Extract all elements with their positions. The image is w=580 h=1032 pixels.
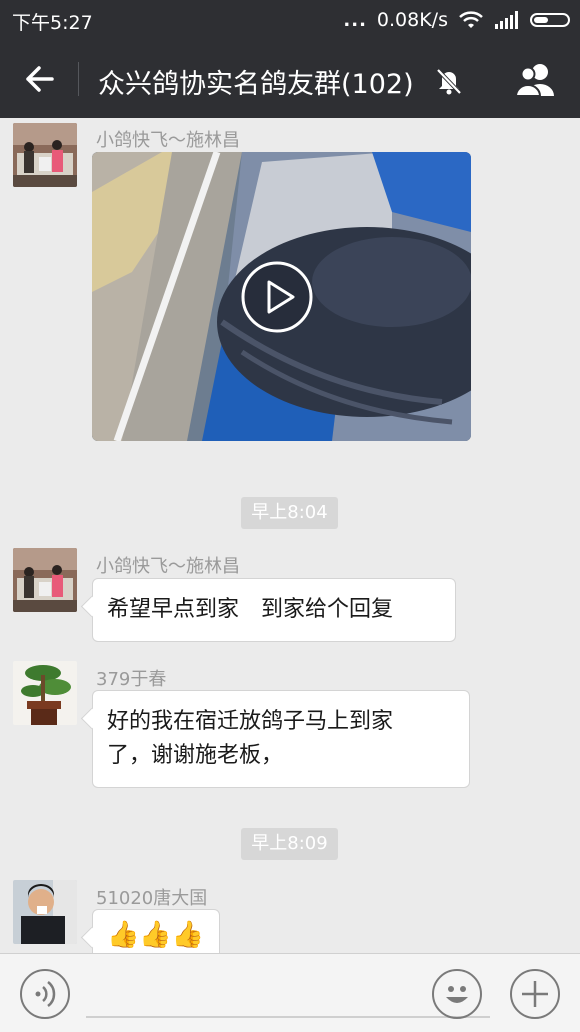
chat-title: 众兴鸽协实名鸽友群(102) bbox=[98, 69, 414, 100]
avatar-tangdaguo[interactable] bbox=[13, 880, 77, 944]
group-members-icon[interactable] bbox=[510, 60, 562, 100]
network-speed: 0.08K/s bbox=[376, 9, 448, 31]
emoji-icon bbox=[446, 986, 468, 1003]
avatar-shilinchang[interactable] bbox=[13, 548, 77, 612]
avatar-shilinchang[interactable] bbox=[13, 123, 77, 187]
sender-name: 379于春 bbox=[96, 669, 167, 690]
message-bubble[interactable]: 希望早点到家 到家给个回复 bbox=[92, 578, 456, 642]
plus-button[interactable] bbox=[510, 969, 560, 1019]
message-bubble[interactable]: 好的我在宿迁放鸽子马上到家 了，谢谢施老板， bbox=[92, 690, 470, 788]
play-icon[interactable] bbox=[240, 260, 314, 334]
status-right: ... 0.08K/s bbox=[343, 6, 570, 34]
sender-name: 小鸽快飞～施林昌 bbox=[96, 130, 240, 151]
title-divider bbox=[78, 62, 79, 96]
status-time: 下午5:27 bbox=[12, 12, 93, 34]
plus-icon bbox=[522, 981, 548, 1007]
mute-bell-icon bbox=[436, 68, 462, 95]
avatar-yuchun[interactable] bbox=[13, 661, 77, 725]
video-message[interactable] bbox=[92, 152, 471, 441]
voice-button[interactable] bbox=[20, 969, 70, 1019]
signal-icon bbox=[495, 11, 518, 29]
voice-icon bbox=[35, 981, 56, 1007]
message-text-line: 了，谢谢施老板， bbox=[107, 743, 284, 768]
message-input[interactable] bbox=[86, 1016, 490, 1018]
sender-name: 51020唐大国 bbox=[96, 888, 208, 909]
input-bar bbox=[0, 953, 580, 1032]
thumbs-up-emoji: 👍👍👍 bbox=[107, 920, 205, 950]
emoji-button[interactable] bbox=[432, 969, 482, 1019]
time-divider: 早上8:09 bbox=[241, 828, 338, 860]
message-text-line: 好的我在宿迁放鸽子马上到家 bbox=[107, 709, 394, 734]
status-dots: ... bbox=[343, 9, 367, 31]
time-divider: 早上8:04 bbox=[241, 497, 338, 529]
title-bar: 众兴鸽协实名鸽友群(102) bbox=[0, 40, 580, 118]
wifi-icon bbox=[459, 11, 483, 28]
sender-name: 小鸽快飞～施林昌 bbox=[96, 556, 240, 577]
back-arrow-icon[interactable] bbox=[14, 56, 62, 102]
message-text: 希望早点到家 到家给个回复 bbox=[107, 597, 394, 622]
status-bar: 下午5:27 ... 0.08K/s bbox=[0, 0, 580, 40]
battery-icon bbox=[530, 13, 570, 27]
